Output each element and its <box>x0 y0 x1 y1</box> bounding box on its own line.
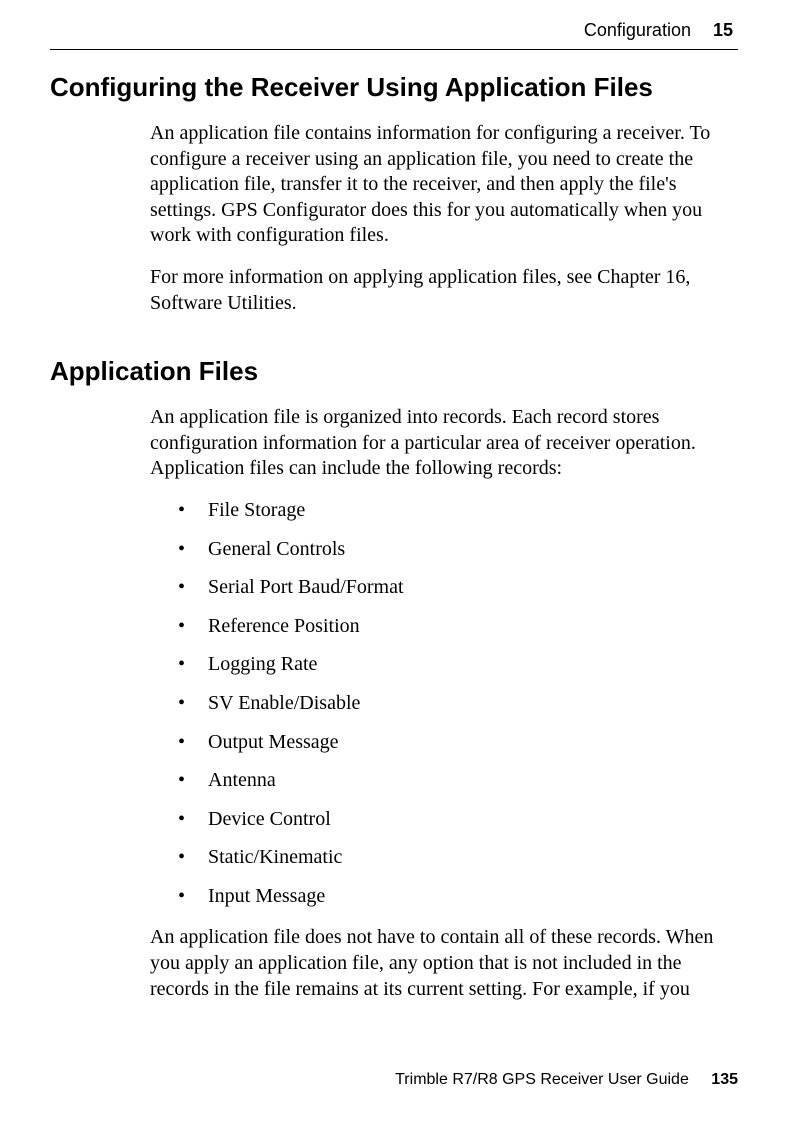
paragraph-intro: An application file contains information… <box>150 121 738 249</box>
paragraph-records-note: An application file does not have to con… <box>150 925 738 1002</box>
header-section-name: Configuration <box>584 20 691 41</box>
list-item: Output Message <box>178 730 738 756</box>
header-divider <box>50 49 738 50</box>
paragraph-more-info: For more information on applying applica… <box>150 265 738 316</box>
header-chapter-number: 15 <box>713 20 733 41</box>
page-footer: Trimble R7/R8 GPS Receiver User Guide 13… <box>395 1071 738 1089</box>
footer-title: Trimble R7/R8 GPS Receiver User Guide <box>395 1071 689 1088</box>
list-item: Input Message <box>178 884 738 910</box>
records-list: File Storage General Controls Serial Por… <box>178 498 738 910</box>
heading-application-files: Application Files <box>50 356 738 387</box>
paragraph-records-intro: An application file is organized into re… <box>150 405 738 482</box>
heading-configuring-receiver: Configuring the Receiver Using Applicati… <box>50 72 738 103</box>
list-item: Serial Port Baud/Format <box>178 575 738 601</box>
list-item: Static/Kinematic <box>178 845 738 871</box>
list-item: Reference Position <box>178 614 738 640</box>
list-item: File Storage <box>178 498 738 524</box>
list-item: Logging Rate <box>178 652 738 678</box>
footer-page-number: 135 <box>711 1071 738 1088</box>
list-item: General Controls <box>178 537 738 563</box>
list-item: Antenna <box>178 768 738 794</box>
page-header: Configuration 15 <box>50 20 738 41</box>
list-item: Device Control <box>178 807 738 833</box>
list-item: SV Enable/Disable <box>178 691 738 717</box>
